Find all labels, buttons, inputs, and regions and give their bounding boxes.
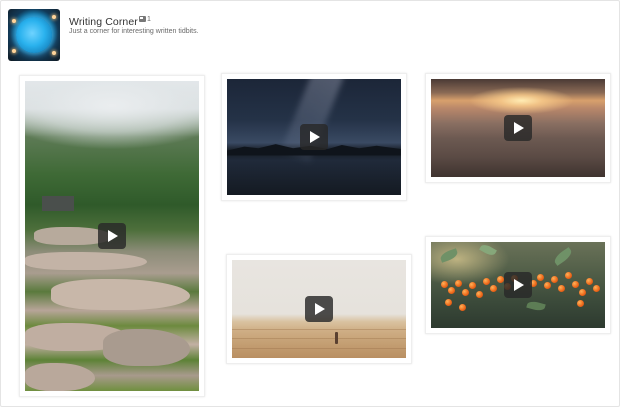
light-spark-icon	[12, 19, 16, 23]
video-thumbnail	[232, 260, 406, 358]
video-thumbnail	[431, 79, 605, 177]
feed-avatar[interactable]	[8, 9, 60, 61]
light-spark-icon	[52, 15, 56, 19]
play-icon[interactable]	[300, 124, 328, 150]
post-count-value: 1	[147, 16, 151, 23]
video-card-desert-walker[interactable]	[226, 254, 412, 364]
feed-title[interactable]: Writing Corner	[69, 16, 138, 28]
play-icon[interactable]	[504, 115, 532, 141]
video-card-orange-berries[interactable]	[425, 236, 611, 334]
orb-icon	[16, 17, 52, 53]
feed-description: Just a corner for interesting written ti…	[69, 28, 199, 35]
play-icon[interactable]	[98, 223, 126, 249]
play-icon[interactable]	[504, 272, 532, 298]
posts-icon	[139, 16, 146, 23]
video-thumbnail	[25, 81, 199, 391]
light-spark-icon	[12, 49, 16, 53]
video-thumbnail	[431, 242, 605, 328]
light-spark-icon	[52, 51, 56, 55]
video-card-night-sky-lake[interactable]	[221, 73, 407, 201]
video-thumbnail	[227, 79, 401, 195]
play-icon[interactable]	[305, 296, 333, 322]
person-figure	[334, 331, 338, 344]
video-card-rice-terraces[interactable]	[19, 75, 205, 397]
video-card-sunrise-fog[interactable]	[425, 73, 611, 183]
post-count: 1	[139, 16, 151, 23]
